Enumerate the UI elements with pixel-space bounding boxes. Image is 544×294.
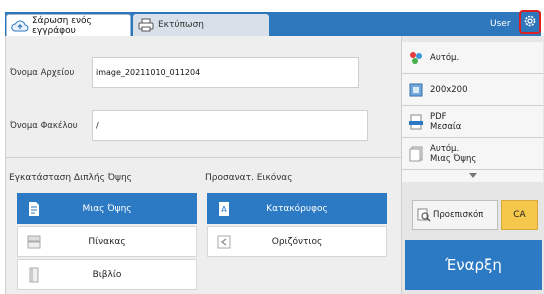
orientation-option-portrait[interactable]: A Κατακόρυφος — [207, 193, 387, 224]
magnifier-icon — [417, 208, 431, 222]
paper-size-icon — [408, 146, 424, 162]
divider — [6, 157, 402, 158]
tab-label: Σάρωση ενός εγγράφου — [32, 15, 92, 36]
duplex-option-book[interactable]: Βιβλίο — [17, 259, 197, 290]
option-label: Μιας Όψης — [82, 203, 132, 214]
file-name-label: Όνομα Αρχείου — [10, 67, 75, 78]
folder-name-field[interactable]: / — [92, 110, 368, 141]
chevron-down-icon — [468, 171, 477, 181]
duplex-options: Μιας Όψης Πίνακας Βιβλίο — [17, 193, 197, 292]
resolution-text: 200x200 — [430, 84, 468, 95]
folder-name-row: Όνομα Φακέλου / — [10, 110, 368, 141]
duplex-option-tablet[interactable]: Πίνακας — [17, 226, 197, 257]
start-button[interactable]: Έναρξη — [405, 240, 542, 290]
tab-label: Εκτύπωση — [158, 20, 204, 30]
option-label: Οριζόντιος — [271, 236, 323, 247]
folder-name-label: Όνομα Φακέλου — [10, 120, 78, 131]
more-settings-button[interactable] — [402, 170, 543, 182]
color-mode-text: Αυτόμ. — [430, 52, 460, 63]
top-bar: Σάρωση ενός εγγράφου Εκτύπωση User — [0, 0, 544, 36]
color-mode-setting[interactable]: Αυτόμ. — [402, 42, 543, 74]
paper-size-setting[interactable]: Αυτόμ. Μιας Όψης — [402, 138, 543, 170]
resolution-setting[interactable]: 200x200 — [402, 74, 543, 106]
paper-size-text: Αυτόμ. Μιας Όψης — [430, 143, 477, 164]
user-label[interactable]: User — [490, 19, 511, 29]
preview-button[interactable]: Προεπισκόπ — [412, 200, 498, 230]
duplex-title: Εγκατάσταση Διπλής Όψης — [9, 173, 132, 183]
option-label: Βιβλίο — [92, 269, 122, 280]
gear-icon — [523, 14, 537, 31]
file-name-row: Όνομα Αρχείου image_20211010_011204 — [10, 57, 359, 88]
ca-button[interactable]: CA — [501, 200, 538, 230]
duplex-option-single[interactable]: Μιας Όψης — [17, 193, 197, 224]
color-mode-icon — [408, 50, 424, 66]
file-format-setting[interactable]: PDF Μεσαία — [402, 106, 543, 138]
option-label: Κατακόρυφος — [266, 203, 328, 214]
preview-label: Προεπισκόπ — [433, 210, 484, 220]
orientation-options: A Κατακόρυφος Οριζόντιος — [207, 193, 387, 259]
cloud-upload-icon — [11, 19, 29, 33]
main-panel: Όνομα Αρχείου image_20211010_011204 Όνομ… — [5, 36, 402, 294]
orientation-option-landscape[interactable]: Οριζόντιος — [207, 226, 387, 257]
tab-print[interactable]: Εκτύπωση — [133, 14, 269, 36]
settings-sidebar: Αυτόμ. 200x200 PDF Μεσαία Αυτόμ. Μιας Όψ… — [401, 36, 544, 294]
file-format-icon — [408, 114, 424, 130]
printer-icon — [137, 18, 155, 32]
file-format-text: PDF Μεσαία — [430, 111, 462, 132]
resolution-icon — [408, 82, 424, 98]
option-label: Πίνακας — [88, 236, 126, 247]
file-name-field[interactable]: image_20211010_011204 — [92, 57, 359, 88]
tab-scan-single[interactable]: Σάρωση ενός εγγράφου — [6, 14, 131, 36]
orientation-title: Προσανατ. Εικόνας — [205, 173, 293, 183]
settings-button[interactable] — [519, 10, 541, 34]
